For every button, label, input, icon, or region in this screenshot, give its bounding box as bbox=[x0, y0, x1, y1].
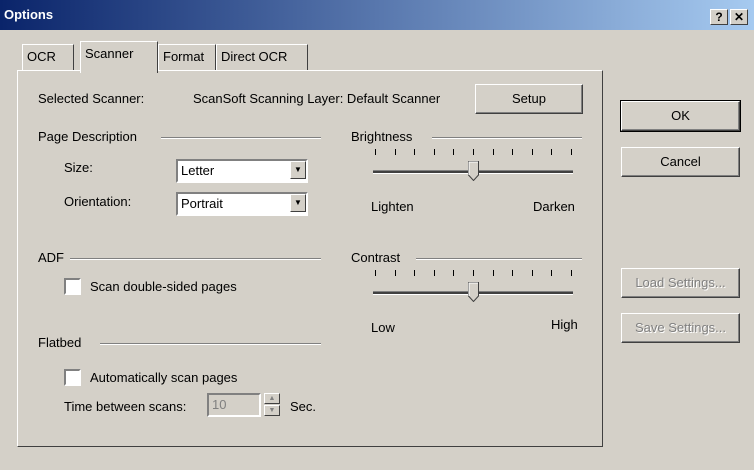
adf-group-label: ADF bbox=[38, 250, 64, 265]
slider-tick bbox=[492, 149, 494, 155]
spin-down-icon: ▼ bbox=[264, 405, 280, 416]
slider-tick bbox=[512, 149, 514, 155]
slider-tick bbox=[551, 270, 553, 276]
slider-tick bbox=[394, 149, 396, 155]
page-description-group-label: Page Description bbox=[38, 129, 137, 144]
brightness-divider bbox=[432, 137, 582, 139]
slider-tick bbox=[414, 149, 416, 155]
time-between-scans-label: Time between scans: bbox=[64, 399, 187, 414]
size-select-value: Letter bbox=[181, 163, 215, 178]
slider-tick bbox=[531, 149, 533, 155]
flatbed-group-label: Flatbed bbox=[38, 335, 82, 350]
slider-thumb[interactable] bbox=[468, 282, 479, 303]
chevron-down-icon[interactable]: ▼ bbox=[290, 194, 306, 212]
slider-tick bbox=[571, 270, 572, 276]
orientation-label: Orientation: bbox=[64, 194, 132, 209]
contrast-slider[interactable] bbox=[373, 270, 573, 310]
load-settings-button[interactable]: Load Settings... bbox=[621, 268, 740, 298]
save-settings-button[interactable]: Save Settings... bbox=[621, 313, 740, 343]
save-settings-label: Save Settings... bbox=[634, 320, 727, 335]
slider-tick bbox=[551, 149, 553, 155]
slider-tick bbox=[531, 270, 533, 276]
tab-format-label: Format bbox=[163, 49, 205, 64]
brightness-group-label: Brightness bbox=[351, 129, 413, 144]
window-title: Options bbox=[4, 7, 54, 22]
setup-button-label: Setup bbox=[512, 91, 546, 106]
selected-scanner-label: Selected Scanner: bbox=[38, 91, 145, 106]
slider-tick bbox=[453, 149, 455, 155]
tab-scanner-label: Scanner bbox=[85, 46, 134, 61]
slider-tick bbox=[375, 149, 376, 155]
ok-button[interactable]: OK bbox=[620, 100, 741, 132]
ok-button-label: OK bbox=[671, 108, 690, 123]
slider-tick bbox=[375, 270, 376, 276]
slider-tick bbox=[473, 149, 474, 155]
size-label: Size: bbox=[64, 160, 93, 175]
brightness-max-label: Darken bbox=[533, 199, 575, 214]
chevron-down-icon[interactable]: ▼ bbox=[290, 161, 306, 179]
slider-tick bbox=[394, 270, 396, 276]
close-button[interactable]: ✕ bbox=[730, 9, 748, 25]
adf-divider bbox=[70, 258, 321, 260]
options-dialog: Options ? ✕ OCR Scanner Format Direct OC… bbox=[0, 0, 754, 470]
time-unit-label: Sec. bbox=[290, 399, 317, 414]
time-between-scans-value: 10 bbox=[212, 397, 227, 412]
load-settings-label: Load Settings... bbox=[635, 275, 726, 290]
tab-ocr[interactable]: OCR bbox=[22, 44, 74, 71]
brightness-slider[interactable] bbox=[373, 149, 573, 189]
slider-thumb[interactable] bbox=[468, 161, 479, 182]
size-select[interactable]: Letter ▼ bbox=[176, 159, 308, 183]
scanner-tab-panel: Selected Scanner: ScanSoft Scanning Laye… bbox=[17, 70, 603, 447]
cancel-button[interactable]: Cancel bbox=[621, 147, 740, 177]
orientation-select[interactable]: Portrait ▼ bbox=[176, 192, 308, 216]
tab-direct-ocr[interactable]: Direct OCR bbox=[216, 44, 308, 71]
auto-scan-checkbox[interactable] bbox=[64, 369, 81, 386]
cancel-button-label: Cancel bbox=[660, 154, 701, 169]
contrast-group-label: Contrast bbox=[351, 250, 401, 265]
contrast-min-label: Low bbox=[371, 320, 395, 335]
tab-direct-ocr-label: Direct OCR bbox=[221, 49, 288, 64]
orientation-select-value: Portrait bbox=[181, 196, 223, 211]
spin-up-icon: ▲ bbox=[264, 393, 280, 404]
brightness-min-label: Lighten bbox=[371, 199, 414, 214]
slider-tick bbox=[453, 270, 455, 276]
tab-ocr-label: OCR bbox=[27, 49, 56, 64]
contrast-divider bbox=[416, 258, 582, 260]
double-sided-label[interactable]: Scan double-sided pages bbox=[90, 279, 237, 294]
slider-tick bbox=[433, 270, 435, 276]
auto-scan-label[interactable]: Automatically scan pages bbox=[90, 370, 237, 385]
double-sided-checkbox[interactable] bbox=[64, 278, 81, 295]
page-description-divider bbox=[161, 137, 321, 139]
help-button[interactable]: ? bbox=[710, 9, 728, 25]
tab-format[interactable]: Format bbox=[158, 44, 216, 71]
slider-tick bbox=[512, 270, 514, 276]
setup-button[interactable]: Setup bbox=[475, 84, 583, 114]
title-bar: Options ? ✕ bbox=[0, 0, 754, 30]
flatbed-divider bbox=[100, 343, 321, 345]
tab-scanner[interactable]: Scanner bbox=[80, 41, 158, 73]
slider-tick bbox=[492, 270, 494, 276]
time-between-scans-input: 10 bbox=[207, 393, 261, 417]
contrast-max-label: High bbox=[551, 317, 578, 332]
slider-tick bbox=[433, 149, 435, 155]
slider-tick bbox=[571, 149, 572, 155]
slider-tick bbox=[473, 270, 474, 276]
slider-tick bbox=[414, 270, 416, 276]
selected-scanner-value: ScanSoft Scanning Layer: Default Scanner bbox=[193, 91, 441, 106]
